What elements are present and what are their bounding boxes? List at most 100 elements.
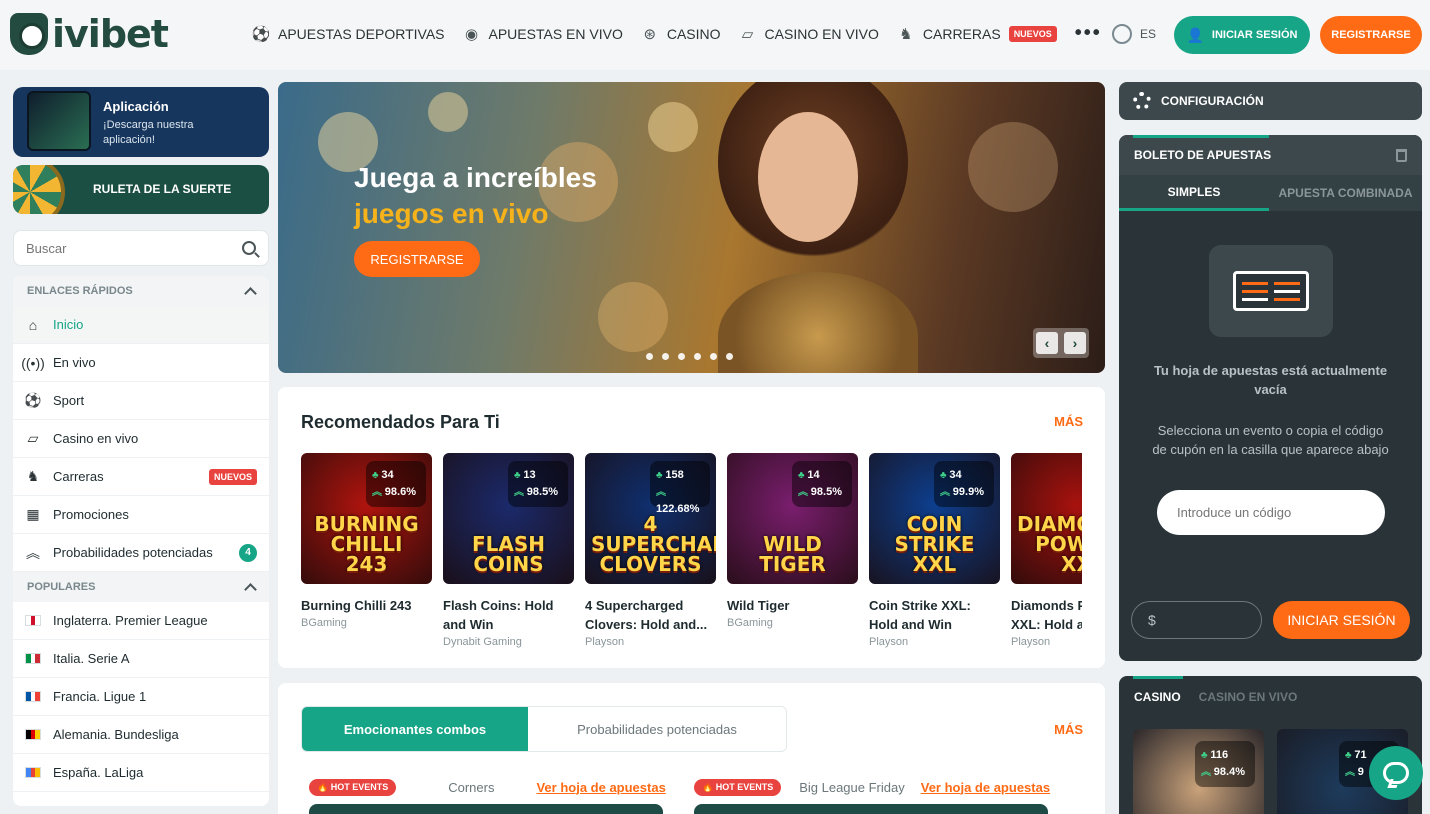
tab-emocionantes-combos[interactable]: Emocionantes combos: [302, 707, 528, 751]
banner-subheadline: juegos en vivo: [354, 198, 549, 229]
sidebar-item-popular[interactable]: España. LaLiga: [13, 754, 269, 792]
sidebar-item-popular[interactable]: Inglaterra. Premier League: [13, 602, 269, 640]
sidebar-item-label: Alemania. Bundesliga: [53, 727, 179, 742]
sidebar-item-casino-en-vivo[interactable]: ▱ Casino en vivo: [13, 420, 269, 458]
nav-label: APUESTAS EN VIVO: [488, 25, 623, 42]
casino-game-thumbnail[interactable]: ♣ 116 ︽ 98.4%: [1133, 729, 1264, 814]
game-thumbnail[interactable]: DIAMONDS POWER XX: [1011, 453, 1082, 584]
game-provider: Playson: [1011, 636, 1051, 648]
login-button[interactable]: 👤 INICIAR SESIÓN: [1174, 16, 1310, 54]
carousel-dot[interactable]: [662, 353, 669, 360]
hot-events-badge: 🔥 HOT EVENTS: [694, 778, 782, 796]
more-link[interactable]: MÁS: [1054, 722, 1083, 737]
sidebar-item-popular[interactable]: Alemania. Bundesliga: [13, 716, 269, 754]
game-provider: Playson: [869, 636, 909, 648]
nav-casino[interactable]: ⊛ CASINO: [641, 25, 721, 43]
game-card[interactable]: DIAMONDS POWER XX Diamonds Power XXL: Hol…: [1011, 453, 1082, 648]
more-menu-button[interactable]: •••: [1075, 22, 1102, 45]
game-name[interactable]: Coin Strike XXL: Hold and Win: [869, 596, 1000, 634]
tab-casino-en-vivo[interactable]: CASINO EN VIVO: [1199, 690, 1298, 704]
game-thumbnail[interactable]: 4 SUPERCHARGED CLOVERS ♣ 158 ︽ 122.68%: [585, 453, 716, 584]
search-input[interactable]: [26, 240, 226, 256]
flag-icon: [25, 691, 41, 702]
settings-bar[interactable]: CONFIGURACIÓN: [1119, 82, 1422, 120]
sidebar-item-inicio[interactable]: ⌂ Inicio: [13, 306, 269, 344]
carousel-dot[interactable]: [694, 353, 701, 360]
sidebar-item-promociones[interactable]: ▦ Promociones: [13, 496, 269, 534]
rtp-icon: ︽: [656, 487, 666, 498]
game-name[interactable]: 4 Supercharged Clovers: Hold and...: [585, 596, 716, 634]
carousel-dot[interactable]: [678, 353, 685, 360]
event-card[interactable]: [694, 804, 1048, 814]
more-link[interactable]: MÁS: [1054, 414, 1083, 429]
nav-sports[interactable]: ⚽ APUESTAS DEPORTIVAS: [252, 25, 445, 43]
rtp-icon: ︽: [1201, 767, 1214, 778]
carousel-dot[interactable]: [710, 353, 717, 360]
bokeh-light: [428, 92, 468, 132]
game-card[interactable]: FLASH COINS ♣ 13 ︽ 98.5% Flash Coins: Hold …: [443, 453, 574, 648]
gear-icon: [1133, 92, 1151, 110]
rtp-icon: ︽: [1345, 767, 1358, 778]
betslip-tabs: SIMPLES APUESTA COMBINADA: [1119, 175, 1422, 211]
live-chat-button[interactable]: [1369, 746, 1423, 800]
sidebar-item-en-vivo[interactable]: ((•)) En vivo: [13, 344, 269, 382]
game-thumbnail[interactable]: WILD TIGER ♣ 14 ︽ 98.5%: [727, 453, 858, 584]
game-name[interactable]: Wild Tiger: [727, 596, 858, 615]
casino-tab-accent: [1133, 676, 1183, 679]
tab-casino[interactable]: CASINO: [1134, 690, 1181, 704]
game-name[interactable]: Flash Coins: Hold and Win: [443, 596, 574, 634]
lucky-wheel-card[interactable]: RULETA DE LA SUERTE: [13, 165, 269, 214]
sidebar-item-popular[interactable]: Francia. Ligue 1: [13, 678, 269, 716]
tab-probabilidades[interactable]: Probabilidades potenciadas: [528, 707, 786, 751]
hero-banner[interactable]: Juega a increíbles juegos en vivo REGIST…: [278, 82, 1105, 373]
chevron-left-icon[interactable]: ‹: [1036, 332, 1058, 354]
sidebar-item-carreras[interactable]: ♞ Carreras NUEVOS: [13, 458, 269, 496]
language-selector[interactable]: ES: [1112, 24, 1156, 44]
sidebar-item-label: Probabilidades potenciadas: [53, 545, 213, 560]
game-art-title: WILD TIGER: [759, 532, 826, 576]
live-ball-icon: ◉: [464, 25, 479, 43]
popular-header[interactable]: POPULARES: [13, 572, 269, 602]
sidebar-item-probabilidades[interactable]: ︽ Probabilidades potenciadas 4: [13, 534, 269, 572]
search-icon[interactable]: [242, 241, 256, 255]
players-icon: ♣: [798, 470, 808, 481]
language-code: ES: [1140, 27, 1157, 41]
nav-racing[interactable]: ♞ CARRERAS NUEVOS: [897, 25, 1057, 43]
view-betslip-link[interactable]: Ver hoja de apuestas: [921, 780, 1050, 795]
register-button[interactable]: REGISTRARSE: [1320, 16, 1422, 54]
app-download-card[interactable]: Aplicación ¡Descarga nuestra aplicación!: [13, 87, 269, 157]
game-card[interactable]: COIN STRIKE XXL ♣ 34 ︽ 99.9% Coin Strike XX…: [869, 453, 1000, 648]
nav-live-casino[interactable]: ▱ CASINO EN VIVO: [739, 25, 879, 43]
game-name[interactable]: Burning Chilli 243: [301, 596, 432, 615]
tab-simples[interactable]: SIMPLES: [1119, 175, 1269, 211]
stake-input[interactable]: $: [1131, 601, 1262, 639]
game-card[interactable]: BURNING CHILLI 243 ♣ 34 ︽ 98.6% Burning Chi…: [301, 453, 432, 629]
game-art-title: FLASH COINS: [471, 532, 546, 576]
carousel-dot[interactable]: [646, 353, 653, 360]
recommended-title: Recomendados Para Ti: [301, 412, 500, 432]
tab-apuesta-combinada[interactable]: APUESTA COMBINADA: [1269, 175, 1422, 211]
game-name[interactable]: Diamonds Power XXL: Hold and Win: [1011, 596, 1082, 634]
nav-live-bets[interactable]: ◉ APUESTAS EN VIVO: [463, 25, 623, 43]
brand-logo[interactable]: ivibet: [10, 12, 169, 56]
view-betslip-link[interactable]: Ver hoja de apuestas: [536, 780, 665, 795]
coupon-code-input[interactable]: [1157, 490, 1385, 535]
carousel-dot[interactable]: [726, 353, 733, 360]
rtp-stats: ♣ 158 ︽ 122.68%: [650, 461, 710, 515]
quick-links-header[interactable]: ENLACES RÁPIDOS: [13, 276, 269, 306]
sidebar-item-sport[interactable]: ⚽ Sport: [13, 382, 269, 420]
game-card[interactable]: 4 SUPERCHARGED CLOVERS ♣ 158 ︽ 122.68% 4 Su…: [585, 453, 716, 648]
event-card[interactable]: [309, 804, 663, 814]
nav-label: CASINO: [666, 25, 721, 42]
sidebar-item-label: En vivo: [53, 355, 96, 370]
betslip-login-button[interactable]: INICIAR SESIÓN: [1273, 601, 1410, 639]
trash-icon[interactable]: [1396, 148, 1407, 162]
game-thumbnail[interactable]: BURNING CHILLI 243 ♣ 34 ︽ 98.6%: [301, 453, 432, 584]
chevron-right-icon[interactable]: ›: [1064, 332, 1086, 354]
game-thumbnail[interactable]: COIN STRIKE XXL ♣ 34 ︽ 99.9%: [869, 453, 1000, 584]
lucky-wheel-label: RULETA DE LA SUERTE: [93, 182, 232, 196]
game-thumbnail[interactable]: FLASH COINS ♣ 13 ︽ 98.5%: [443, 453, 574, 584]
banner-register-button[interactable]: REGISTRARSE: [354, 241, 480, 277]
game-card[interactable]: WILD TIGER ♣ 14 ︽ 98.5% Wild Tiger BGaming: [727, 453, 858, 629]
sidebar-item-popular[interactable]: Italia. Serie A: [13, 640, 269, 678]
